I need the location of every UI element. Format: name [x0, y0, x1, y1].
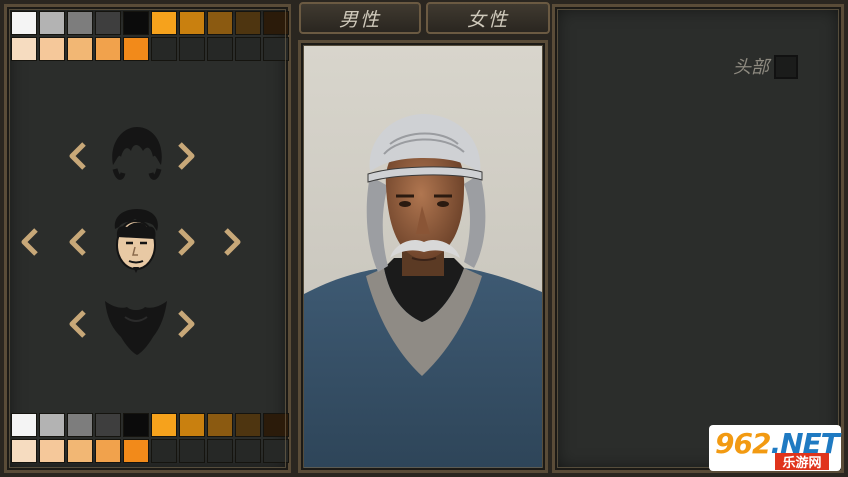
chevron-left-icon [69, 142, 86, 170]
head-option-label: 头部 [733, 57, 769, 78]
hair-color-swatch[interactable] [123, 37, 149, 61]
empty-swatch-slot [179, 37, 205, 61]
chevron-right-icon [178, 228, 195, 256]
hair-color-swatch[interactable] [235, 11, 261, 35]
skin-color-swatch[interactable] [11, 439, 37, 463]
tab-female[interactable]: 女性 [426, 2, 550, 34]
options-panel [552, 4, 844, 473]
beard-next-arrow[interactable] [173, 307, 199, 341]
face-next-arrow[interactable] [173, 225, 199, 259]
chevron-right-icon [178, 310, 195, 338]
chevron-left-icon [21, 228, 38, 256]
hair-color-swatch[interactable] [263, 11, 289, 35]
face-prev-far-arrow[interactable] [17, 225, 43, 259]
beard-style-icon[interactable] [101, 297, 171, 357]
skin-color-swatch[interactable] [39, 413, 65, 437]
skin-color-swatch[interactable] [95, 413, 121, 437]
skin-color-swatch[interactable] [179, 413, 205, 437]
hair-color-swatch[interactable] [123, 11, 149, 35]
chevron-right-icon [224, 228, 241, 256]
character-preview-frame [298, 40, 548, 473]
beard-prev-arrow[interactable] [65, 307, 91, 341]
hair-color-swatch[interactable] [11, 37, 37, 61]
hair-color-swatch[interactable] [151, 11, 177, 35]
empty-swatch-slot [179, 439, 205, 463]
hair-prev-arrow[interactable] [65, 139, 91, 173]
face-prev-arrow[interactable] [65, 225, 91, 259]
hair-color-swatch[interactable] [67, 37, 93, 61]
hair-color-palette [11, 11, 289, 61]
face-next-far-arrow[interactable] [219, 225, 245, 259]
hair-color-swatch[interactable] [11, 11, 37, 35]
empty-swatch-slot [263, 37, 289, 61]
chevron-right-icon [178, 142, 195, 170]
chevron-left-icon [69, 310, 86, 338]
skin-color-swatch[interactable] [67, 439, 93, 463]
skin-color-swatch[interactable] [123, 439, 149, 463]
skin-color-swatch[interactable] [235, 413, 261, 437]
empty-swatch-slot [151, 37, 177, 61]
skin-color-swatch[interactable] [39, 439, 65, 463]
face-portrait-icon[interactable] [107, 207, 165, 279]
skin-color-swatch[interactable] [95, 439, 121, 463]
skin-color-swatch[interactable] [123, 413, 149, 437]
skin-color-swatch[interactable] [11, 413, 37, 437]
hair-next-arrow[interactable] [173, 139, 199, 173]
empty-swatch-slot [235, 37, 261, 61]
hair-color-swatch[interactable] [179, 11, 205, 35]
empty-swatch-slot [263, 439, 289, 463]
hair-color-swatch[interactable] [67, 11, 93, 35]
watermark-subtitle: 乐游网 [775, 453, 829, 471]
empty-swatch-slot [151, 439, 177, 463]
hair-color-swatch[interactable] [207, 11, 233, 35]
appearance-panel [4, 4, 291, 473]
hair-style-icon[interactable] [107, 123, 167, 187]
empty-swatch-slot [207, 37, 233, 61]
site-watermark: 962.NET 乐游网 [709, 425, 841, 471]
skin-color-palette [11, 413, 289, 463]
hair-color-swatch[interactable] [39, 37, 65, 61]
empty-swatch-slot [235, 439, 261, 463]
skin-color-swatch[interactable] [207, 413, 233, 437]
hair-color-swatch[interactable] [39, 11, 65, 35]
skin-color-swatch[interactable] [67, 413, 93, 437]
chevron-left-icon [69, 228, 86, 256]
character-preview[interactable] [304, 46, 542, 468]
skin-color-swatch[interactable] [263, 413, 289, 437]
skin-color-swatch[interactable] [151, 413, 177, 437]
tab-male[interactable]: 男性 [299, 2, 421, 34]
watermark-brand: 962 [715, 427, 771, 460]
hair-color-swatch[interactable] [95, 37, 121, 61]
empty-swatch-slot [207, 439, 233, 463]
head-option-checkbox[interactable] [774, 55, 798, 79]
hair-color-swatch[interactable] [95, 11, 121, 35]
